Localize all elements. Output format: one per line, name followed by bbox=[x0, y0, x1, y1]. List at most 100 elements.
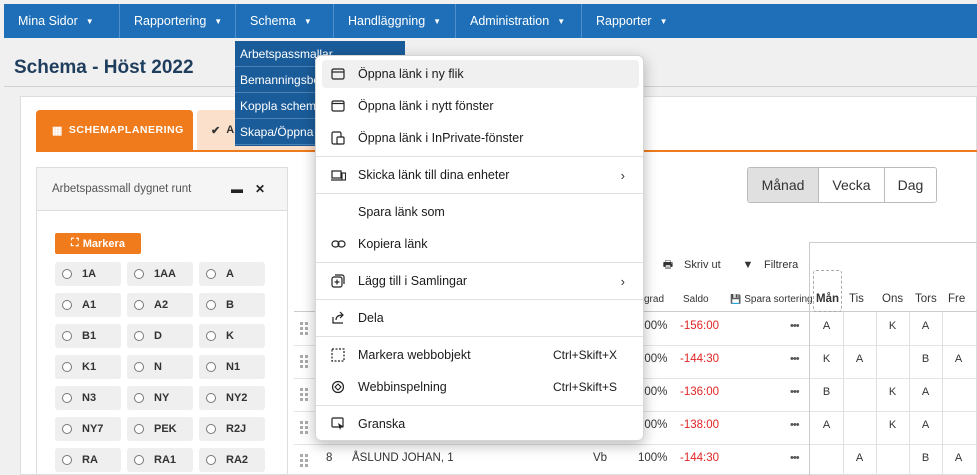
markera-button[interactable]: ⛶ Markera bbox=[55, 233, 141, 254]
calendar-shift-cell[interactable]: K bbox=[876, 386, 909, 398]
more-options-icon[interactable]: ••• bbox=[790, 353, 800, 365]
shift-chip[interactable]: RA1 bbox=[127, 448, 193, 472]
radio-button[interactable] bbox=[134, 331, 144, 341]
radio-button[interactable] bbox=[134, 455, 144, 465]
view-day-button[interactable]: Dag bbox=[885, 168, 936, 202]
nav-rapporter[interactable]: Rapporter ▼ bbox=[582, 4, 682, 38]
close-icon[interactable]: ✕ bbox=[255, 182, 265, 196]
nav-mina-sidor[interactable]: Mina Sidor ▼ bbox=[4, 4, 120, 38]
shift-chip[interactable]: NY2 bbox=[199, 386, 265, 410]
calendar-shift-cell[interactable]: A bbox=[843, 353, 876, 365]
calendar-shift-cell[interactable]: A bbox=[810, 320, 843, 332]
nav-administration[interactable]: Administration ▼ bbox=[456, 4, 582, 38]
radio-button[interactable] bbox=[134, 300, 144, 310]
more-options-icon[interactable]: ••• bbox=[790, 320, 800, 332]
ctx-add-to-collections[interactable]: Lägg till i Samlingar › bbox=[322, 267, 639, 295]
radio-button[interactable] bbox=[206, 300, 216, 310]
calendar-shift-cell[interactable]: A bbox=[942, 452, 975, 464]
calendar-shift-cell[interactable]: K bbox=[876, 419, 909, 431]
shift-chip[interactable]: RA bbox=[55, 448, 121, 472]
radio-button[interactable] bbox=[134, 393, 144, 403]
ctx-open-new-tab[interactable]: Öppna länk i ny flik bbox=[322, 60, 639, 88]
calendar-shift-cell[interactable]: K bbox=[810, 353, 843, 365]
print-button[interactable]: 🖶 Skriv ut bbox=[658, 255, 721, 275]
calendar-shift-cell[interactable]: K bbox=[876, 320, 909, 332]
shift-chip[interactable]: NY7 bbox=[55, 417, 121, 441]
view-week-button[interactable]: Vecka bbox=[819, 168, 885, 202]
shift-chip[interactable]: NY bbox=[127, 386, 193, 410]
shift-chip[interactable]: 1A bbox=[55, 262, 121, 286]
drag-handle-icon[interactable] bbox=[300, 421, 308, 434]
filter-button[interactable]: ▼ Filtrera bbox=[738, 255, 798, 275]
row-number: 8 bbox=[326, 452, 333, 464]
shift-chip[interactable]: A2 bbox=[127, 293, 193, 317]
calendar-shift-cell[interactable]: B bbox=[810, 386, 843, 398]
calendar-shift-cell[interactable]: B bbox=[909, 353, 942, 365]
minimize-icon[interactable]: ▬ bbox=[231, 182, 243, 196]
radio-button[interactable] bbox=[134, 362, 144, 372]
ctx-send-to-devices[interactable]: Skicka länk till dina enheter › bbox=[322, 161, 639, 189]
radio-button[interactable] bbox=[62, 300, 72, 310]
radio-button[interactable] bbox=[62, 424, 72, 434]
radio-button[interactable] bbox=[206, 269, 216, 279]
radio-button[interactable] bbox=[206, 424, 216, 434]
shift-chip[interactable]: N bbox=[127, 355, 193, 379]
shift-chip[interactable]: 1AA bbox=[127, 262, 193, 286]
shift-chip[interactable]: K1 bbox=[55, 355, 121, 379]
save-sort-button[interactable]: 💾 Spara sortering bbox=[730, 294, 813, 305]
ctx-web-select[interactable]: Markera webbobjekt Ctrl+Skift+X bbox=[322, 341, 639, 369]
ctx-web-capture[interactable]: Webbinspelning Ctrl+Skift+S bbox=[322, 373, 639, 401]
chip-label: K bbox=[226, 330, 234, 342]
radio-button[interactable] bbox=[62, 455, 72, 465]
calendar-shift-cell[interactable]: A bbox=[909, 386, 942, 398]
radio-button[interactable] bbox=[62, 362, 72, 372]
radio-button[interactable] bbox=[206, 331, 216, 341]
nav-rapportering[interactable]: Rapportering ▼ bbox=[120, 4, 236, 38]
more-options-icon[interactable]: ••• bbox=[790, 386, 800, 398]
radio-button[interactable] bbox=[62, 269, 72, 279]
today-highlight bbox=[813, 270, 842, 312]
nav-schema[interactable]: Schema ▼ bbox=[236, 4, 334, 38]
ctx-save-link-as[interactable]: Spara länk som bbox=[322, 198, 639, 226]
shift-chip[interactable]: A bbox=[199, 262, 265, 286]
drag-handle-icon[interactable] bbox=[300, 454, 308, 467]
shift-chip[interactable]: R2J bbox=[199, 417, 265, 441]
view-month-button[interactable]: Månad bbox=[748, 168, 819, 202]
shift-chip[interactable]: N3 bbox=[55, 386, 121, 410]
ctx-inspect[interactable]: Granska bbox=[322, 410, 639, 438]
shift-chip[interactable]: K bbox=[199, 324, 265, 348]
ctx-copy-link[interactable]: Kopiera länk bbox=[322, 230, 639, 258]
more-options-icon[interactable]: ••• bbox=[790, 452, 800, 464]
radio-button[interactable] bbox=[206, 393, 216, 403]
radio-button[interactable] bbox=[206, 455, 216, 465]
radio-button[interactable] bbox=[134, 269, 144, 279]
more-options-icon[interactable]: ••• bbox=[790, 419, 800, 431]
calendar-shift-cell[interactable]: A bbox=[942, 353, 975, 365]
calendar-shift-cell[interactable]: B bbox=[909, 452, 942, 464]
ctx-open-new-window[interactable]: Öppna länk i nytt fönster bbox=[322, 92, 639, 120]
radio-button[interactable] bbox=[206, 362, 216, 372]
drag-handle-icon[interactable] bbox=[300, 322, 308, 335]
shift-chip[interactable]: D bbox=[127, 324, 193, 348]
radio-button[interactable] bbox=[62, 331, 72, 341]
shift-chip[interactable]: PEK bbox=[127, 417, 193, 441]
calendar-shift-cell[interactable]: A bbox=[810, 419, 843, 431]
nav-handlaggning[interactable]: Handläggning ▼ bbox=[334, 4, 456, 38]
shift-chip[interactable]: B bbox=[199, 293, 265, 317]
calendar-shift-cell[interactable]: A bbox=[843, 452, 876, 464]
calendar-shift-cell[interactable]: A bbox=[909, 320, 942, 332]
drag-handle-icon[interactable] bbox=[300, 355, 308, 368]
shift-chip[interactable]: B1 bbox=[55, 324, 121, 348]
radio-button[interactable] bbox=[134, 424, 144, 434]
shift-chip[interactable]: N1 bbox=[199, 355, 265, 379]
calendar-shift-cell[interactable]: A bbox=[909, 419, 942, 431]
drag-handle-icon[interactable] bbox=[300, 388, 308, 401]
radio-button[interactable] bbox=[62, 393, 72, 403]
tab-schemaplanering[interactable]: ▦ SCHEMAPLANERING bbox=[36, 110, 193, 150]
ctx-open-inprivate[interactable]: Öppna länk i InPrivate-fönster bbox=[322, 124, 639, 152]
shift-chip[interactable]: A1 bbox=[55, 293, 121, 317]
ctx-share[interactable]: Dela bbox=[322, 304, 639, 332]
chip-label: N1 bbox=[226, 361, 241, 373]
col-header-saldo[interactable]: Saldo bbox=[683, 294, 709, 305]
shift-chip[interactable]: RA2 bbox=[199, 448, 265, 472]
